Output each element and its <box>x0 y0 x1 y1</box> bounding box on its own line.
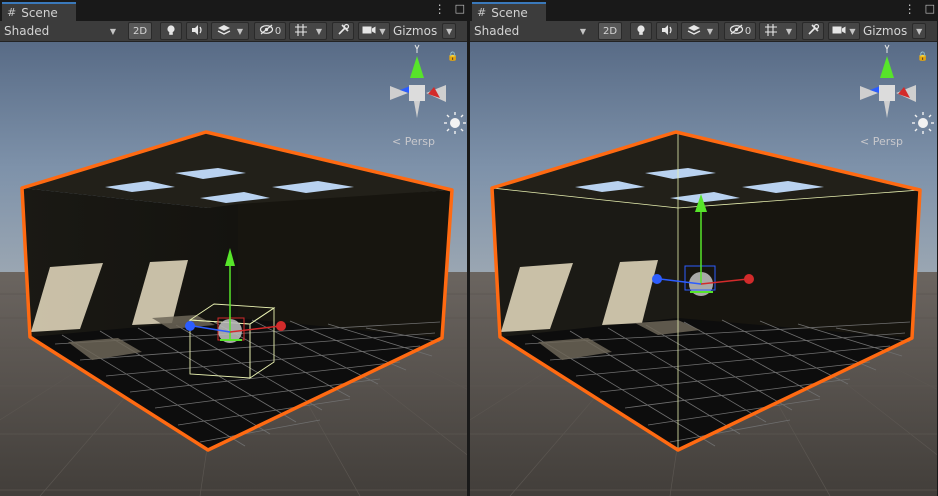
camera-settings-dropdown[interactable]: ▼ <box>828 22 860 40</box>
chevron-left-icon: < <box>392 135 402 148</box>
grid-snapping-icon <box>764 23 778 40</box>
draw-mode-dropdown[interactable]: Shaded ▼ <box>474 21 590 41</box>
tab-bar: # Scene ⋮ □ <box>470 0 937 21</box>
projection-toggle[interactable]: < Persp <box>392 135 435 148</box>
camera-icon <box>832 25 846 38</box>
chevron-down-icon: ▼ <box>446 26 453 36</box>
gizmos-options-button[interactable]: ▼ <box>912 23 927 39</box>
more-options-icon[interactable]: ⋮ <box>904 3 916 15</box>
maximize-icon[interactable]: □ <box>455 2 465 15</box>
grid-snapping-icon <box>294 23 308 40</box>
tools-wrench-icon <box>337 23 350 39</box>
chevron-down-icon: ▼ <box>579 26 586 36</box>
camera-icon <box>362 25 376 38</box>
tab-scene[interactable]: # Scene <box>472 2 546 21</box>
toggle-2d-button[interactable]: 2D <box>128 22 152 40</box>
z-axis-cap-icon[interactable] <box>652 274 662 284</box>
chevron-down-icon: ▼ <box>379 26 386 36</box>
lighting-toggle-button[interactable] <box>160 22 182 40</box>
chevron-down-icon: ▼ <box>315 26 323 36</box>
lock-icon[interactable]: 🔒 <box>447 52 458 62</box>
scene-render[interactable] <box>0 42 467 496</box>
gizmos-dropdown[interactable]: Gizmos ▼ <box>393 22 457 40</box>
chevron-down-icon: ▼ <box>849 26 856 36</box>
gizmos-label: Gizmos <box>863 24 908 38</box>
scene-toolbar: Shaded ▼ 2D ▼ 0 ▼ ▼ Gizmos ▼ <box>0 21 467 42</box>
scene-toolbar: Shaded ▼ 2D ▼ 0 ▼ ▼ Gizmos ▼ <box>470 21 937 42</box>
eye-hidden-icon <box>729 24 744 38</box>
effects-dropdown[interactable]: ▼ <box>211 22 249 40</box>
camera-settings-dropdown[interactable]: ▼ <box>358 22 390 40</box>
tab-label: Scene <box>491 5 528 20</box>
scene-hash-icon: # <box>7 6 17 19</box>
x-axis-cap-icon[interactable] <box>744 274 754 284</box>
hidden-count: 0 <box>744 25 752 37</box>
gizmos-label: Gizmos <box>393 24 438 38</box>
gizmos-options-button[interactable]: ▼ <box>442 23 457 39</box>
scene-render[interactable] <box>470 42 937 496</box>
tools-button[interactable] <box>332 22 354 40</box>
scene-view-left[interactable]: # Scene ⋮ □ Shaded ▼ 2D ▼ 0 ▼ ▼ Gizmos ▼… <box>0 0 467 496</box>
more-options-icon[interactable]: ⋮ <box>434 3 446 15</box>
tab-bar: # Scene ⋮ □ <box>0 0 467 21</box>
draw-mode-dropdown[interactable]: Shaded ▼ <box>4 21 120 41</box>
scene-hash-icon: # <box>477 6 487 19</box>
projection-toggle[interactable]: < Persp <box>860 135 903 148</box>
effects-layers-icon <box>217 24 231 39</box>
scene-viewport[interactable]: 🔒 < Persp <box>470 42 937 496</box>
projection-label: Persp <box>404 135 435 148</box>
effects-layers-icon <box>687 24 701 39</box>
chevron-left-icon: < <box>860 135 870 148</box>
grid-snapping-dropdown[interactable]: ▼ <box>289 22 327 40</box>
toggle-2d-label: 2D <box>602 25 618 37</box>
eye-hidden-icon <box>259 24 274 38</box>
chevron-down-icon: ▼ <box>109 26 116 36</box>
tools-button[interactable] <box>802 22 824 40</box>
draw-mode-label: Shaded <box>4 24 50 38</box>
tools-wrench-icon <box>807 23 820 39</box>
tab-label: Scene <box>21 5 58 20</box>
speaker-icon <box>191 24 204 39</box>
gizmos-dropdown[interactable]: Gizmos ▼ <box>863 22 927 40</box>
lightbulb-icon <box>165 24 177 39</box>
audio-toggle-button[interactable] <box>186 22 208 40</box>
chevron-down-icon: ▼ <box>785 26 793 36</box>
audio-toggle-button[interactable] <box>656 22 678 40</box>
effects-dropdown[interactable]: ▼ <box>681 22 719 40</box>
gizmo-center-cube[interactable] <box>879 85 895 101</box>
lighting-toggle-button[interactable] <box>630 22 652 40</box>
projection-label: Persp <box>872 135 903 148</box>
speaker-icon <box>661 24 674 39</box>
scene-viewport[interactable]: 🔒 < Persp <box>0 42 467 496</box>
grid-snapping-dropdown[interactable]: ▼ <box>759 22 797 40</box>
z-axis-cap-icon[interactable] <box>185 321 195 331</box>
hidden-count: 0 <box>274 25 282 37</box>
gizmo-center-cube[interactable] <box>409 85 425 101</box>
chevron-down-icon: ▼ <box>916 26 923 36</box>
lock-icon[interactable]: 🔒 <box>917 52 928 62</box>
tab-scene[interactable]: # Scene <box>2 2 76 21</box>
chevron-down-icon: ▼ <box>706 26 714 36</box>
toggle-2d-button[interactable]: 2D <box>598 22 622 40</box>
lightbulb-icon <box>635 24 647 39</box>
chevron-down-icon: ▼ <box>236 26 244 36</box>
x-axis-cap-icon[interactable] <box>276 321 286 331</box>
scene-visibility-toggle[interactable]: 0 <box>724 22 756 40</box>
maximize-icon[interactable]: □ <box>925 2 935 15</box>
scene-view-right[interactable]: # Scene ⋮ □ Shaded ▼ 2D ▼ 0 ▼ ▼ Gizmos ▼… <box>470 0 937 496</box>
draw-mode-label: Shaded <box>474 24 520 38</box>
room-back-wall <box>678 190 920 338</box>
room-back-wall <box>238 190 452 338</box>
toggle-2d-label: 2D <box>132 25 148 37</box>
scene-visibility-toggle[interactable]: 0 <box>254 22 286 40</box>
